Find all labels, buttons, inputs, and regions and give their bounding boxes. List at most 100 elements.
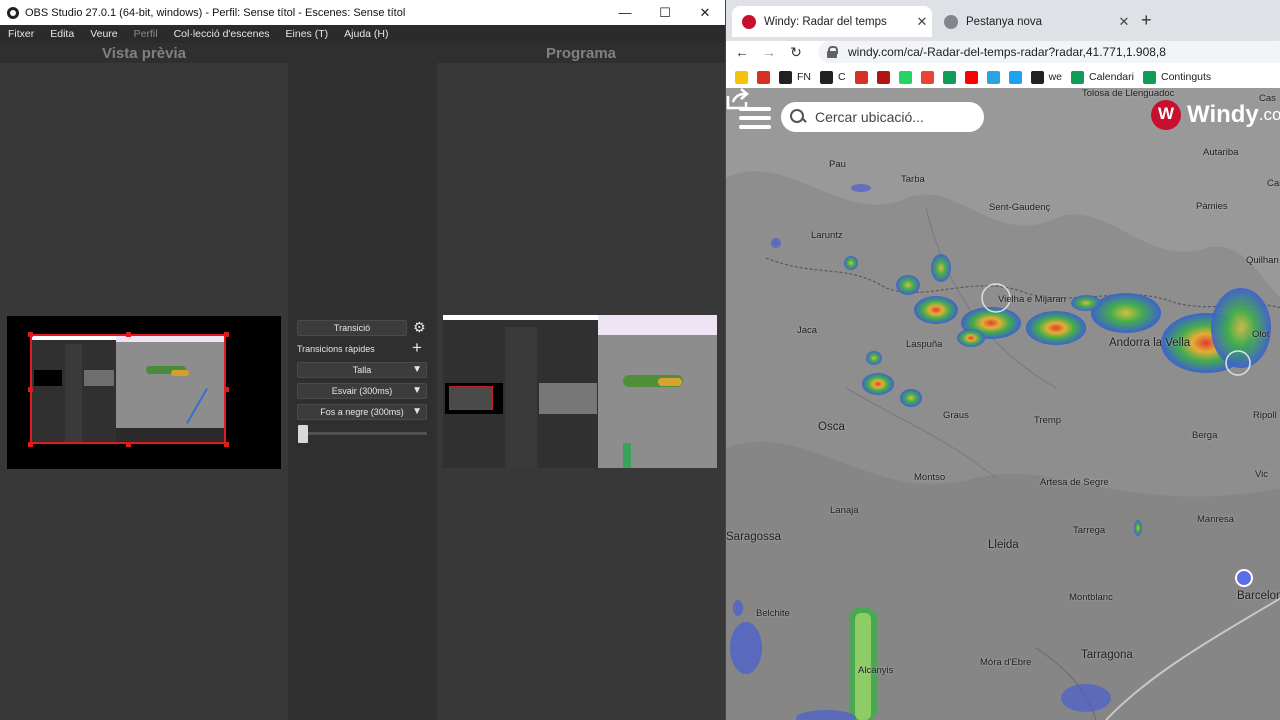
program-pane: [437, 63, 725, 720]
city-label: Pau: [829, 159, 846, 170]
program-title: Programa: [545, 45, 617, 62]
bookmark-item[interactable]: [964, 70, 978, 84]
city-label: Autariba: [1203, 147, 1239, 158]
bookmark-item[interactable]: [942, 70, 956, 84]
forward-icon[interactable]: →: [758, 44, 780, 60]
city-label: Quilhan: [1246, 255, 1279, 266]
bookmark-item[interactable]: [986, 70, 1000, 84]
resize-handle[interactable]: [224, 442, 229, 447]
city-label: Montblanc: [1069, 592, 1113, 603]
close-tab-icon[interactable]: ✕: [1114, 14, 1134, 30]
chrome-favicon-icon: [944, 14, 958, 29]
transition-button[interactable]: Transició: [297, 320, 407, 336]
preview-canvas[interactable]: [7, 316, 281, 469]
city-label: Tarrega: [1073, 525, 1106, 536]
city-label: Graus: [943, 410, 969, 421]
resize-handle[interactable]: [224, 387, 229, 392]
bookmark-favicon-icon: [779, 70, 792, 84]
reload-icon[interactable]: ↻: [785, 44, 807, 61]
t-bar-track[interactable]: [301, 432, 427, 435]
t-bar-handle[interactable]: [298, 425, 308, 443]
city-label: Artesa de Segre: [1040, 477, 1109, 488]
city-label: Jaca: [797, 325, 818, 336]
bookmark-item[interactable]: [735, 70, 748, 84]
mini-obs-capture: [443, 315, 598, 468]
city-label: Sent-Gaudenç: [989, 202, 1051, 213]
chevron-down-icon[interactable]: ▼: [412, 406, 422, 417]
city-label: Móra d'Ebre: [980, 657, 1032, 668]
bookmark-item[interactable]: Calendari: [1071, 70, 1134, 84]
browser-toolbar: ← → ↻ windy.com/ca/-Radar-del-temps-rada…: [726, 41, 1280, 63]
tab-new[interactable]: Pestanya nova ✕: [934, 6, 1134, 37]
menu-edit[interactable]: Edita: [42, 28, 82, 40]
back-icon[interactable]: ←: [731, 44, 753, 60]
bookmark-item[interactable]: Continguts: [1142, 70, 1211, 84]
menu-tools[interactable]: Eines (T): [278, 28, 337, 40]
city-label: Barcelona: [1237, 590, 1280, 602]
share-icon[interactable]: [726, 88, 750, 110]
maximize-button[interactable]: ☐: [645, 0, 685, 25]
resize-handle[interactable]: [126, 332, 131, 337]
bookmark-label: FN: [797, 71, 811, 83]
windy-logo[interactable]: Windy.com: [1151, 100, 1280, 130]
bookmark-item[interactable]: FN: [779, 70, 811, 84]
logo-suffix: .com: [1258, 105, 1280, 124]
quick-transition-fade[interactable]: Esvair (300ms) ▼: [297, 383, 427, 399]
quick-transition-fade-to-black[interactable]: Fos a negre (300ms) ▼: [297, 404, 427, 420]
menu-help[interactable]: Ajuda (H): [336, 28, 396, 40]
bookmark-item[interactable]: [898, 70, 912, 84]
transition-pane: Transició ⚙ Transicions ràpides + Talla …: [289, 63, 436, 720]
city-label: Tolosa de Llenguadoc: [1082, 88, 1175, 99]
city-label: Car: [1267, 178, 1280, 189]
close-button[interactable]: ✕: [685, 0, 725, 25]
quick-transition-cut[interactable]: Talla ▼: [297, 362, 427, 378]
menu-file[interactable]: Fitxer: [0, 28, 42, 40]
resize-handle[interactable]: [126, 442, 131, 447]
bookmark-item[interactable]: C: [820, 70, 846, 84]
menu-view[interactable]: Veure: [82, 28, 125, 40]
bookmark-favicon-icon: [820, 70, 833, 84]
gear-icon[interactable]: ⚙: [413, 320, 427, 334]
chrome-window: Windy: Radar del temps ✕ Pestanya nova ✕…: [725, 0, 1280, 720]
location-search-input[interactable]: Cercar ubicació...: [781, 102, 984, 132]
close-tab-icon[interactable]: ✕: [912, 14, 932, 30]
resize-handle[interactable]: [224, 332, 229, 337]
chevron-down-icon[interactable]: ▼: [412, 385, 422, 396]
chevron-down-icon[interactable]: ▼: [412, 364, 422, 375]
bookmark-item[interactable]: we: [1030, 70, 1062, 84]
windy-map[interactable]: Cercar ubicació... Windy.com Tolosa de L…: [726, 88, 1280, 720]
preview-pane[interactable]: [0, 63, 288, 720]
quick-transition-label: Talla: [352, 365, 372, 375]
bookmark-item[interactable]: [854, 70, 868, 84]
tab-label: Pestanya nova: [966, 15, 1043, 28]
bookmark-item[interactable]: [876, 70, 890, 84]
bookmark-favicon-icon: [964, 70, 978, 84]
menu-icon[interactable]: [739, 107, 771, 129]
bookmark-item[interactable]: [757, 70, 770, 84]
city-label: Berga: [1192, 430, 1218, 441]
address-bar[interactable]: windy.com/ca/-Radar-del-temps-radar?rada…: [818, 41, 1280, 63]
add-quick-transition-icon[interactable]: +: [412, 339, 422, 356]
bookmark-favicon-icon: [1071, 70, 1085, 84]
city-label: Lleida: [988, 539, 1019, 551]
menu-scene-collection[interactable]: Col·lecció d'escenes: [166, 28, 278, 40]
minimize-button[interactable]: —: [605, 0, 645, 25]
new-tab-icon[interactable]: +: [1141, 11, 1152, 29]
bookmark-item[interactable]: [920, 70, 934, 84]
city-label: Saragossa: [726, 531, 781, 543]
resize-handle[interactable]: [28, 332, 33, 337]
menu-profile[interactable]: Perfil: [126, 28, 166, 40]
city-label: Laspuña: [906, 339, 943, 350]
my-location-marker[interactable]: [1235, 569, 1253, 587]
bookmark-favicon-icon: [1030, 70, 1044, 84]
resize-handle[interactable]: [28, 387, 33, 392]
tab-windy[interactable]: Windy: Radar del temps ✕: [732, 6, 932, 37]
city-label: Manresa: [1197, 514, 1234, 525]
city-label: Ripoll: [1253, 410, 1277, 421]
city-label: Belchite: [756, 608, 790, 619]
lock-icon[interactable]: [826, 46, 838, 58]
windy-logo-icon: [1151, 100, 1181, 130]
bookmark-item[interactable]: [1008, 70, 1022, 84]
resize-handle[interactable]: [28, 442, 33, 447]
selected-source[interactable]: [30, 334, 226, 444]
